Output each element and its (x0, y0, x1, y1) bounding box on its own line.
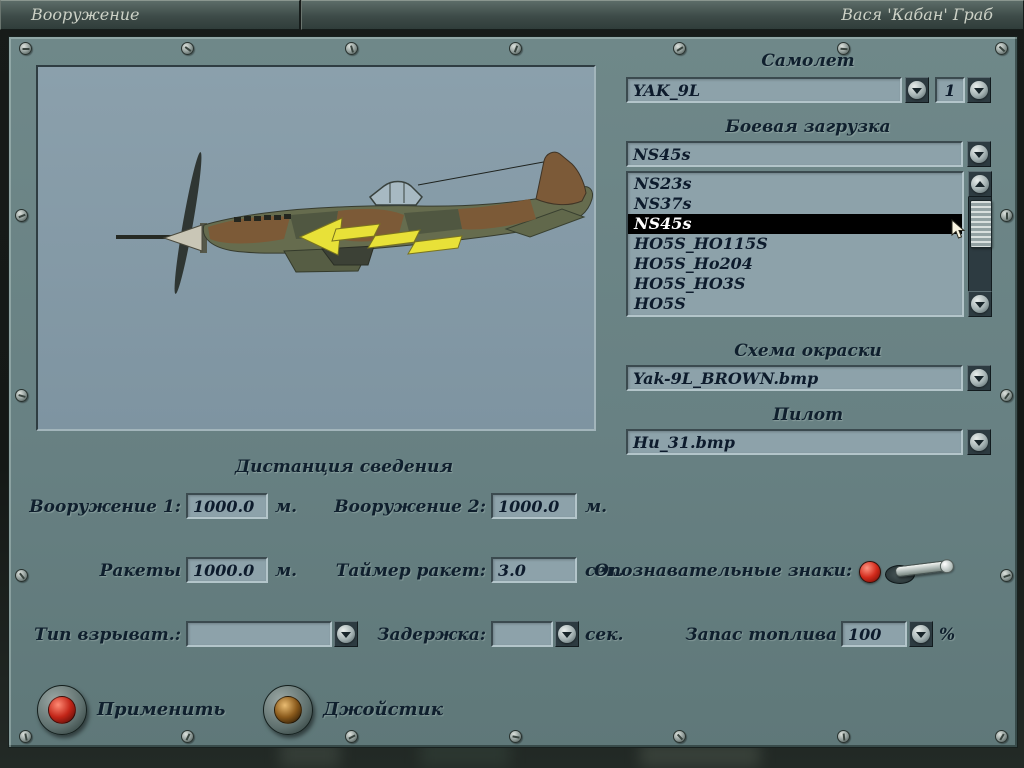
scroll-up-icon[interactable] (968, 171, 992, 197)
fuse-label: Тип взрыват.: (29, 625, 181, 645)
screw-icon (345, 730, 358, 743)
screw-icon (995, 730, 1008, 743)
screw-icon (15, 569, 28, 582)
rockets-unit: м. (275, 561, 297, 581)
aircraft-image (38, 67, 594, 429)
screw-icon (15, 389, 28, 402)
mouse-cursor (951, 219, 966, 240)
joystick-button[interactable] (263, 685, 313, 735)
screw-icon (181, 42, 194, 55)
screw-icon (837, 42, 850, 55)
pilot-section-label: Пилот (626, 405, 990, 425)
weapon1-label: Вооружение 1: (29, 497, 181, 517)
screw-icon (509, 42, 522, 55)
tab-armament-label: Вооружение (31, 5, 140, 24)
fuel-field[interactable]: 100 (841, 621, 907, 647)
aircraft-count-arrow-icon[interactable] (967, 77, 991, 103)
screw-icon (673, 42, 686, 55)
loadout-list: NS23s NS37s NS45s HO5S_HO115S HO5S_Ho204… (626, 171, 964, 317)
paint-dropdown-arrow-icon[interactable] (967, 365, 991, 391)
screw-icon (181, 730, 194, 743)
convergence-title: Дистанция сведения (154, 457, 534, 477)
delay-unit: сек. (585, 625, 624, 645)
loadout-option[interactable]: NS37s (628, 194, 962, 214)
loadout-option[interactable]: HO5S_Ho204 (628, 254, 962, 274)
screw-icon (1000, 389, 1013, 402)
delay-label: Задержка: (364, 625, 486, 645)
screw-icon (19, 42, 32, 55)
screw-icon (995, 42, 1008, 55)
markings-label: Опознавательные знаки: (594, 561, 852, 581)
paint-section-label: Схема окраски (626, 341, 990, 361)
main-panel: Самолет YAK_9L 1 Боевая загрузка NS45s N… (8, 36, 1018, 748)
fuel-label: Запас топлива (649, 625, 837, 645)
fuse-select[interactable] (186, 621, 332, 647)
loadout-option[interactable]: NS23s (628, 174, 962, 194)
fuse-dropdown-arrow-icon[interactable] (334, 621, 358, 647)
screw-icon (345, 42, 358, 55)
player-name-bar: Вася 'Кабан' Граб (301, 0, 1024, 30)
loadout-section-label: Боевая загрузка (626, 117, 990, 137)
scroll-down-icon[interactable] (968, 291, 992, 317)
weapon2-field[interactable]: 1000.0 (491, 493, 577, 519)
tab-armament: Вооружение (0, 0, 300, 30)
screw-icon (509, 730, 522, 743)
rocket-timer-field[interactable]: 3.0 (491, 557, 577, 583)
delay-arrow-icon[interactable] (555, 621, 579, 647)
aircraft-dropdown-arrow-icon[interactable] (905, 77, 929, 103)
screw-icon (19, 730, 32, 743)
markings-switch (857, 549, 977, 593)
delay-field[interactable] (491, 621, 553, 647)
loadout-select[interactable]: NS45s (626, 141, 963, 167)
loadout-option[interactable]: HO5S (628, 294, 962, 314)
pilot-dropdown-arrow-icon[interactable] (967, 429, 991, 455)
screw-icon (1000, 209, 1013, 222)
paint-select[interactable]: Yak-9L_BROWN.bmp (626, 365, 963, 391)
apply-label: Применить (97, 699, 225, 720)
loadout-option-selected[interactable]: NS45s (628, 214, 962, 234)
red-lamp-icon (859, 561, 881, 583)
weapon2-label: Вооружение 2: (334, 497, 486, 517)
armament-screen: Вооружение Вася 'Кабан' Граб (0, 0, 1024, 768)
joystick-button-lamp-icon (274, 696, 302, 724)
screw-icon (15, 209, 28, 222)
weapon1-field[interactable]: 1000.0 (186, 493, 268, 519)
rocket-timer-label: Таймер ракет: (334, 561, 486, 581)
weapon2-unit: м. (585, 497, 607, 517)
rockets-label: Ракеты (29, 561, 181, 581)
apply-button-lamp-icon (48, 696, 76, 724)
fuel-arrow-icon[interactable] (909, 621, 933, 647)
scrollbar-handle[interactable] (970, 200, 992, 248)
aircraft-count-field[interactable]: 1 (935, 77, 965, 103)
player-name: Вася 'Кабан' Граб (841, 5, 993, 24)
screw-icon (837, 730, 850, 743)
loadout-option[interactable]: HO5S_HO3S (628, 274, 962, 294)
aircraft-select[interactable]: YAK_9L (626, 77, 902, 103)
joystick-label: Джойстик (323, 699, 443, 720)
apply-button[interactable] (37, 685, 87, 735)
pilot-select[interactable]: Hu_31.bmp (626, 429, 963, 455)
screw-icon (673, 730, 686, 743)
fuel-unit: % (939, 625, 955, 645)
toggle-lever-icon[interactable] (895, 560, 954, 578)
loadout-scrollbar[interactable] (968, 171, 992, 317)
loadout-dropdown-arrow-icon[interactable] (967, 141, 991, 167)
weapon1-unit: м. (275, 497, 297, 517)
rockets-field[interactable]: 1000.0 (186, 557, 268, 583)
screw-icon (1000, 569, 1013, 582)
loadout-option[interactable]: HO5S_HO115S (628, 234, 962, 254)
aircraft-preview (36, 65, 596, 431)
